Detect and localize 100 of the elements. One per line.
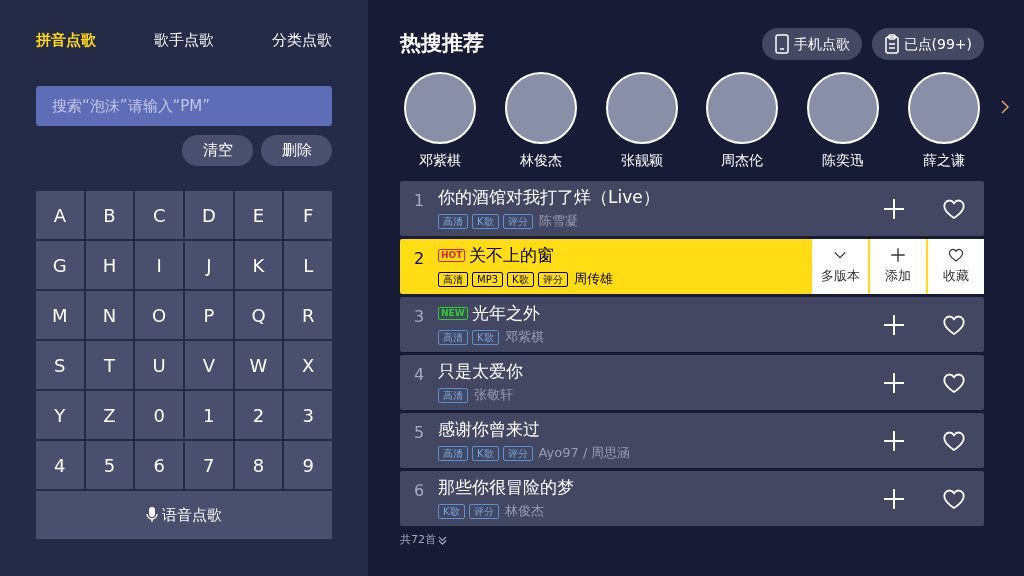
song-tag: 高清 [438,271,468,287]
song-badge: HOT [438,248,466,262]
artist-item[interactable]: 张靓颖 [601,72,682,171]
song-title: 关不上的窗 [469,244,555,267]
artist-name: 张靓颖 [620,151,663,170]
keyboard-key[interactable]: J [185,241,233,289]
header-button[interactable]: 已点(99+) [871,28,984,60]
song-artist: 周传雄 [573,270,613,289]
song-title: 光年之外 [471,302,540,325]
search-action-button[interactable]: 清空 [182,135,253,166]
tab[interactable]: 歌手点歌 [154,28,214,52]
tab[interactable]: 分类点歌 [272,28,332,52]
artist-item[interactable]: 林俊杰 [500,72,581,171]
artist-name: 陈奕迅 [822,151,865,170]
heart-icon [946,247,966,264]
song-row[interactable]: 6 那些你很冒险的梦 K歌 评分 林俊杰 [400,471,984,526]
chevron-right-icon[interactable] [1000,100,1010,114]
song-tag: 高清 [438,445,468,461]
keyboard-key[interactable]: 4 [36,441,84,489]
header-button[interactable]: 手机点歌 [761,28,862,60]
artist-name: 周杰伦 [721,151,764,170]
keyboard-key[interactable]: 6 [135,441,183,489]
song-action-button[interactable]: 收藏 [928,239,984,294]
clipboard-icon [883,34,900,54]
artist-item[interactable]: 邓紫棋 [400,72,480,171]
artist-name: 邓紫棋 [419,151,461,170]
plus-icon [882,370,906,395]
search-action-button[interactable]: 删除 [261,135,332,166]
keyboard-key[interactable]: K [234,241,283,289]
song-number: 1 [412,190,426,212]
voice-button[interactable]: 语音点歌 [36,491,332,539]
keyboard-key[interactable]: G [36,241,84,289]
keyboard-key[interactable]: 3 [284,391,332,439]
keyboard-key[interactable]: R [284,291,332,339]
song-action-button[interactable]: 添加 [870,239,926,294]
keyboard-key[interactable]: 2 [234,391,283,439]
keyboard-key[interactable]: M [36,291,84,339]
search-field[interactable]: 搜索“泡沫”请输入“PM” [36,86,332,126]
keyboard-key[interactable]: V [185,341,233,389]
song-artist: 陈雪凝 [538,212,578,231]
plus-icon [882,196,906,221]
song-title: 感谢你曾来过 [438,418,540,441]
keyboard-key[interactable]: B [85,191,134,239]
song-row[interactable]: 3 NEW 光年之外 高清 K歌 邓紫棋 [400,297,984,352]
keyboard-key[interactable]: D [185,191,233,239]
keyboard-key[interactable]: Z [85,391,134,439]
keyboard-key[interactable]: O [135,291,183,339]
artist-name: 林俊杰 [519,151,562,170]
song-tag: K歌 [472,213,499,229]
song-tag: 评分 [502,445,533,461]
song-tag: K歌 [472,329,499,345]
song-number: 4 [412,364,426,386]
song-artist: 邓紫棋 [504,328,544,347]
tab[interactable]: 拼音点歌 [36,28,96,52]
song-title: 那些你很冒险的梦 [438,476,574,499]
song-tag: 高清 [438,213,468,229]
keyboard-key[interactable]: W [234,341,283,389]
keyboard-key[interactable]: Q [234,291,283,339]
song-tag: 评分 [537,271,568,287]
keyboard-key[interactable]: S [36,341,84,389]
song-tag: K歌 [507,271,534,287]
keyboard-key[interactable]: I [135,241,183,289]
keyboard-key[interactable]: T [85,341,134,389]
artist-item[interactable]: 周杰伦 [702,72,783,171]
song-row[interactable]: 1 你的酒馆对我打了烊（Live） 高清 K歌 评分 陈雪凝 [400,181,984,236]
plus-icon [882,428,906,453]
section-title: 热搜推荐 [400,30,484,58]
keyboard-key[interactable]: C [135,191,183,239]
keyboard-key[interactable]: E [234,191,283,239]
artist-item[interactable]: 陈奕迅 [803,72,884,171]
keyboard-key[interactable]: 0 [135,391,183,439]
artist-name: 薛之谦 [923,151,965,170]
keyboard-key[interactable]: 5 [85,441,134,489]
keyboard-key[interactable]: F [284,191,332,239]
song-tag: 高清 [438,387,468,403]
song-tag: 评分 [468,503,499,519]
keyboard-key[interactable]: Y [36,391,84,439]
song-row[interactable]: 2 HOT 关不上的窗 高清 MP3 K歌 评分 周传雄 多版本 添加 收藏 [400,239,984,294]
keyboard-key[interactable]: N [85,291,134,339]
keyboard-key[interactable]: 1 [185,391,233,439]
plus-icon [882,312,906,337]
phone-icon [773,34,790,54]
artist-item[interactable]: 薛之谦 [904,72,984,171]
keyboard-key[interactable]: 9 [284,441,332,489]
song-count[interactable]: 共72首 [400,532,984,549]
song-artist: 张敬轩 [474,386,513,405]
song-number: 3 [412,306,426,328]
song-badge: NEW [438,306,468,320]
keyboard-key[interactable]: H [85,241,134,289]
keyboard-key[interactable]: U [135,341,183,389]
keyboard-key[interactable]: P [185,291,233,339]
keyboard-key[interactable]: L [284,241,332,289]
keyboard-key[interactable]: X [284,341,332,389]
song-count-text: 共72首 [400,532,436,548]
song-row[interactable]: 4 只是太爱你 高清 张敬轩 [400,355,984,410]
keyboard-key[interactable]: 7 [185,441,233,489]
keyboard-key[interactable]: A [36,191,84,239]
song-action-button[interactable]: 多版本 [812,239,868,294]
keyboard-key[interactable]: 8 [234,441,283,489]
song-row[interactable]: 5 感谢你曾来过 高清 K歌 评分 Ayo97 / 周思涵 [400,413,984,468]
